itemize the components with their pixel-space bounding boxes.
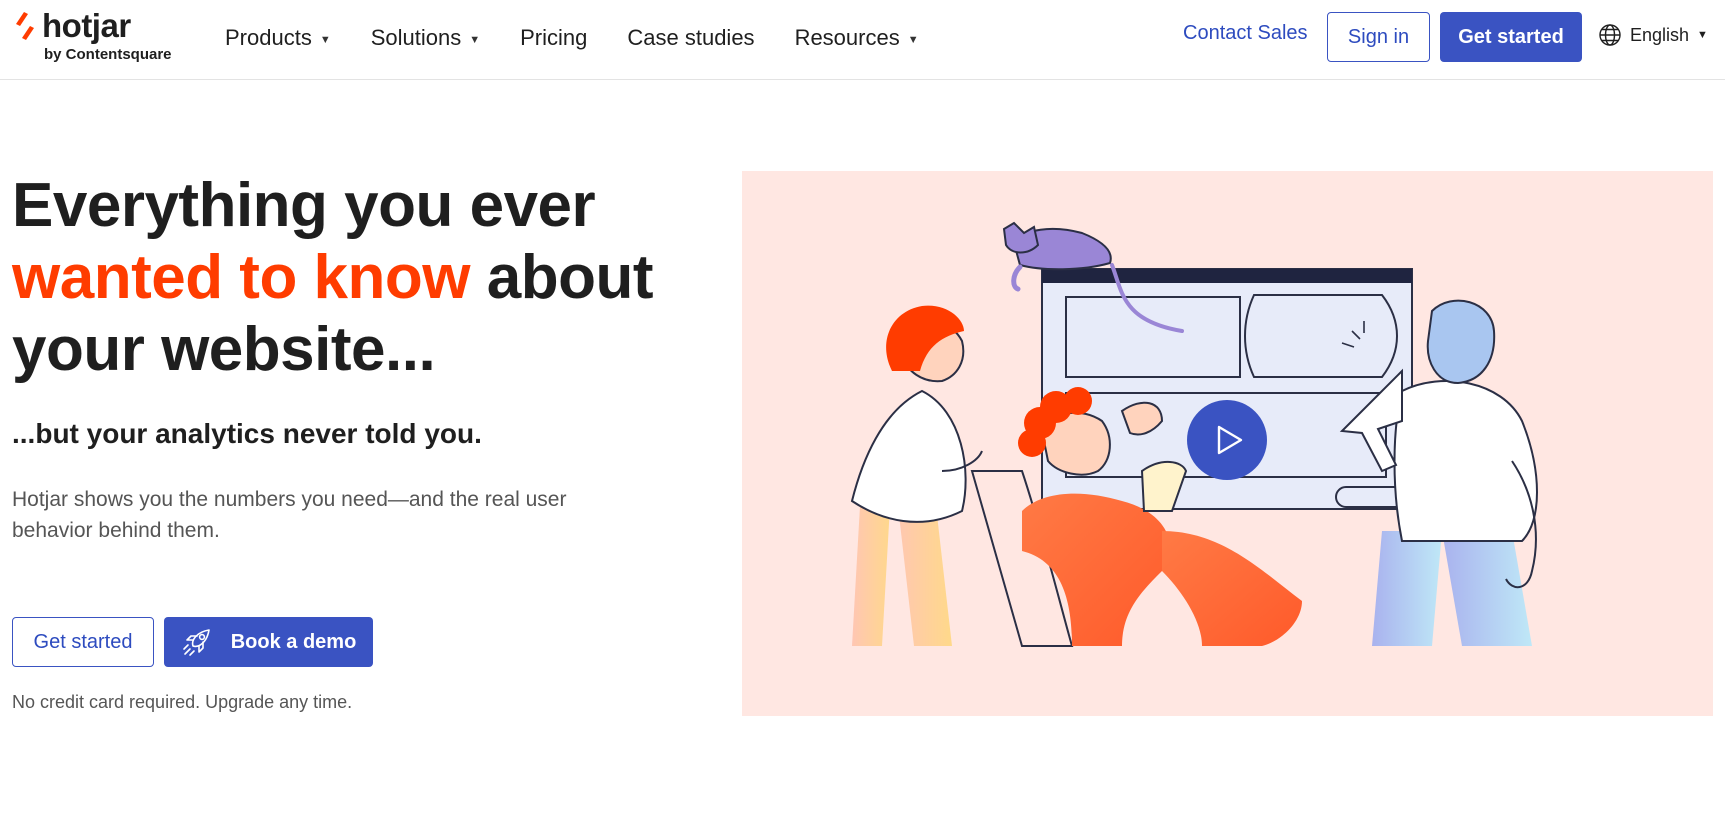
hero-title: Everything you ever wanted to know about… bbox=[12, 170, 692, 386]
play-icon bbox=[1217, 425, 1243, 455]
hero-subtitle: ...but your analytics never told you. bbox=[12, 418, 482, 449]
site-header: hotjar by Contentsquare Products ▼ Solut… bbox=[0, 0, 1725, 80]
chevron-down-icon: ▼ bbox=[469, 34, 481, 46]
header-get-started-button[interactable]: Get started bbox=[1440, 12, 1582, 62]
hotjar-logo-mark-icon bbox=[16, 12, 34, 40]
hotjar-logo[interactable]: hotjar by Contentsquare bbox=[12, 6, 182, 68]
book-demo-label: Book a demo bbox=[230, 630, 357, 653]
main-nav: Products ▼ Solutions ▼ Pricing Case stud… bbox=[225, 22, 959, 54]
nav-item-label: Solutions bbox=[370, 25, 462, 50]
hero-title-part1: Everything you ever bbox=[12, 171, 596, 240]
woman-illustration bbox=[850, 305, 983, 646]
sign-in-button[interactable]: Sign in bbox=[1327, 12, 1430, 62]
nav-item-resources[interactable]: Resources ▼ bbox=[795, 25, 919, 51]
nav-item-label: Resources bbox=[794, 25, 900, 50]
nav-item-pricing[interactable]: Pricing bbox=[520, 25, 587, 51]
language-label: English bbox=[1630, 24, 1690, 45]
no-credit-card-note: No credit card required. Upgrade any tim… bbox=[12, 692, 353, 712]
nav-item-label: Products bbox=[225, 25, 312, 50]
nav-item-case-studies[interactable]: Case studies bbox=[627, 25, 754, 51]
chevron-down-icon: ▼ bbox=[1697, 29, 1708, 41]
rocket-icon bbox=[182, 629, 210, 656]
globe-icon bbox=[1599, 24, 1621, 46]
contact-sales-link[interactable]: Contact Sales bbox=[1183, 22, 1308, 45]
nav-item-products[interactable]: Products ▼ bbox=[225, 25, 331, 51]
hero-illustration[interactable] bbox=[742, 171, 1713, 716]
nav-item-label: Pricing bbox=[520, 25, 588, 50]
nav-item-solutions[interactable]: Solutions ▼ bbox=[371, 25, 480, 51]
nav-item-label: Case studies bbox=[627, 25, 755, 50]
language-selector[interactable]: English ▼ bbox=[1598, 23, 1708, 47]
play-video-button[interactable] bbox=[1187, 400, 1267, 480]
logo-wordmark: hotjar bbox=[42, 7, 131, 44]
hero-get-started-button[interactable]: Get started bbox=[12, 617, 154, 667]
chevron-down-icon: ▼ bbox=[319, 34, 331, 46]
chevron-down-icon: ▼ bbox=[907, 34, 919, 46]
logo-tagline: by Contentsquare bbox=[44, 46, 172, 63]
hero-title-accent: wanted to know bbox=[12, 243, 471, 312]
hero-description: Hotjar shows you the numbers you need—an… bbox=[12, 488, 567, 542]
book-demo-button[interactable]: Book a demo bbox=[164, 617, 373, 667]
